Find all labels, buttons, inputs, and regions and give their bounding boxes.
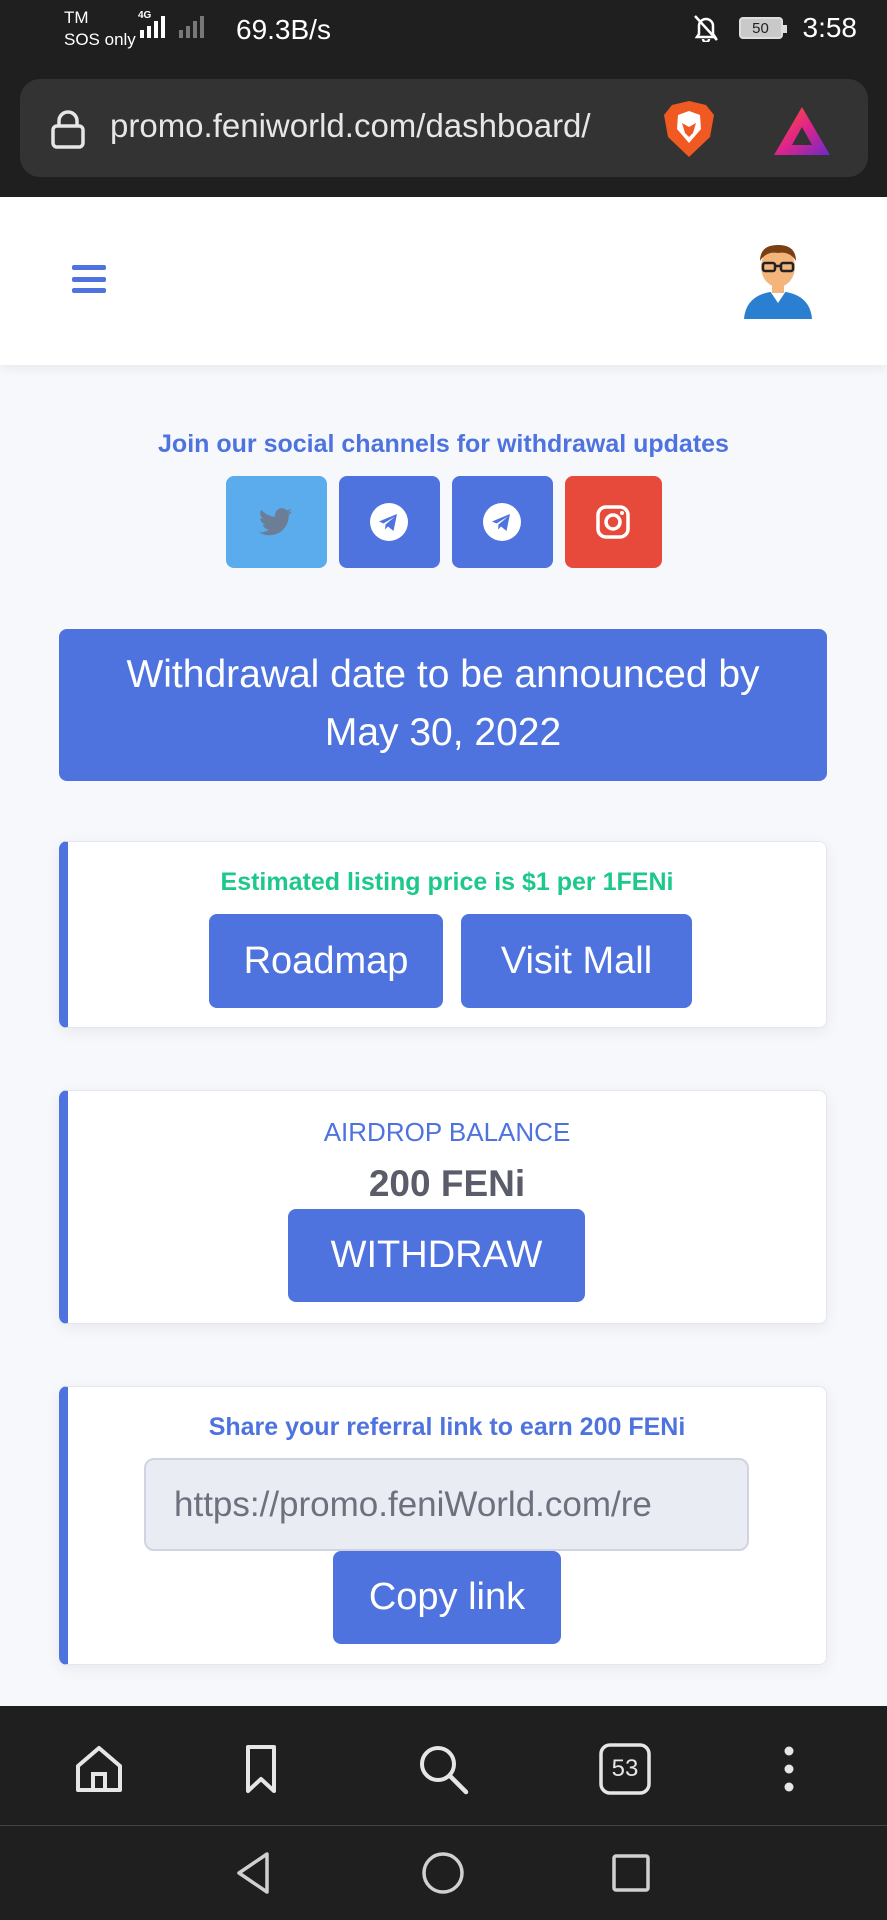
more-menu-icon[interactable] <box>762 1742 816 1796</box>
battery-level: 50 <box>752 19 769 37</box>
user-avatar[interactable] <box>740 237 816 319</box>
social-buttons <box>0 476 887 568</box>
menu-icon[interactable] <box>72 265 106 293</box>
withdraw-button[interactable]: WITHDRAW <box>288 1209 585 1302</box>
telegram-button-2[interactable] <box>451 476 553 568</box>
airdrop-balance-label: AIRDROP BALANCE <box>323 1117 571 1147</box>
address-bar[interactable]: promo.feniworld.com/dashboard/ <box>20 79 868 177</box>
telegram-icon <box>370 503 408 541</box>
carrier-name: TM <box>64 8 89 27</box>
site-header <box>0 197 887 365</box>
visit-mall-button[interactable]: Visit Mall <box>461 914 692 1008</box>
twitter-icon <box>259 508 293 536</box>
airdrop-balance-card: AIRDROP BALANCE 200 FENi WITHDRAW <box>59 1090 827 1324</box>
social-title: Join our social channels for withdrawal … <box>158 430 729 458</box>
signal-strength-icon: 4G <box>138 10 165 38</box>
tabs-button[interactable]: 53 <box>598 1742 652 1796</box>
banner-line-1: Withdrawal date to be announced by <box>126 653 760 696</box>
clock: 3:58 <box>802 12 858 43</box>
signal-icons: 4G <box>138 10 204 38</box>
brave-rewards-icon[interactable] <box>772 105 832 157</box>
brave-shields-icon[interactable] <box>660 99 718 159</box>
signal-strength-2-icon <box>179 14 204 38</box>
browser-bottom-toolbar: 53 <box>0 1706 887 1826</box>
silent-mode-icon <box>693 15 718 42</box>
status-bar: TM SOS only 4G 69.3B/s 50 3:58 <box>0 0 887 62</box>
instagram-button[interactable] <box>564 476 662 568</box>
home-nav-icon[interactable] <box>418 1848 468 1898</box>
referral-card: Share your referral link to earn 200 FEN… <box>59 1386 827 1665</box>
airdrop-balance-value: 200 FENi <box>368 1163 526 1204</box>
search-icon[interactable] <box>416 1742 470 1796</box>
recent-apps-icon[interactable] <box>606 1848 656 1898</box>
browser-toolbar: promo.feniworld.com/dashboard/ <box>0 62 887 197</box>
home-icon[interactable] <box>72 1742 126 1796</box>
lock-icon[interactable] <box>48 109 88 149</box>
carrier-info: TM SOS only <box>64 8 136 50</box>
roadmap-button[interactable]: Roadmap <box>209 914 443 1008</box>
telegram-icon <box>483 503 521 541</box>
network-speed: 69.3B/s <box>236 14 331 45</box>
copy-link-button[interactable]: Copy link <box>333 1551 561 1644</box>
bookmark-icon[interactable] <box>234 1742 288 1796</box>
carrier-status: SOS only <box>64 30 136 49</box>
referral-label: Share your referral link to earn 200 FEN… <box>208 1413 686 1441</box>
telegram-button-1[interactable] <box>338 476 440 568</box>
listing-price-text: Estimated listing price is $1 per 1FENi <box>220 868 674 896</box>
url-text[interactable]: promo.feniworld.com/dashboard/ <box>110 107 591 145</box>
withdrawal-banner: Withdrawal date to be announced by May 3… <box>59 629 827 781</box>
back-icon[interactable] <box>229 1848 279 1898</box>
tab-count: 53 <box>611 1755 639 1782</box>
network-type: 4G <box>138 10 152 21</box>
listing-price-card: Estimated listing price is $1 per 1FENi … <box>59 841 827 1028</box>
instagram-icon <box>596 505 630 539</box>
twitter-button[interactable] <box>225 476 327 568</box>
system-navigation-bar <box>0 1826 887 1920</box>
battery-icon: 50 <box>738 17 787 39</box>
banner-line-2: May 30, 2022 <box>324 711 562 754</box>
referral-link-input[interactable] <box>144 1458 749 1551</box>
